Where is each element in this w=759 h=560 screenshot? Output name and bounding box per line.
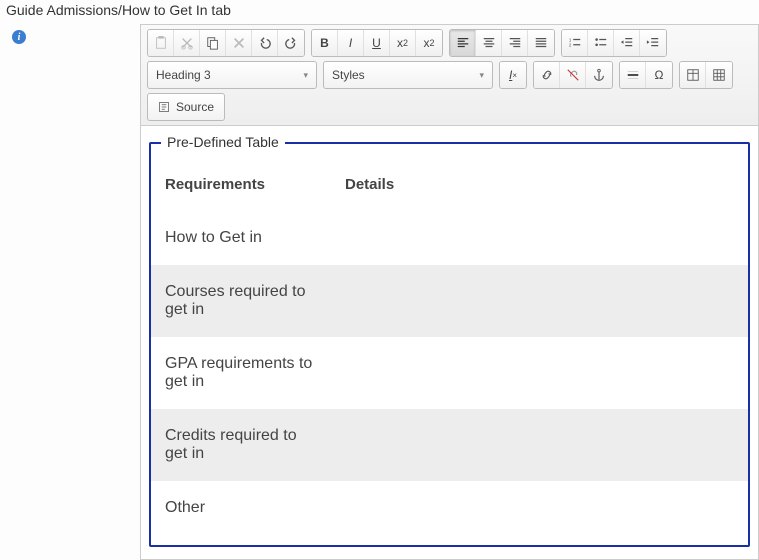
cell-det — [331, 481, 748, 535]
cell-req: GPA requirements to get in — [151, 337, 331, 409]
editor: B I U x2 x2 — [140, 24, 759, 560]
undo-icon[interactable] — [252, 30, 278, 56]
table-row[interactable]: Credits required to get in — [151, 409, 748, 481]
cell-req: Credits required to get in — [151, 409, 331, 481]
table-row[interactable]: Other — [151, 481, 748, 535]
bullet-list-icon[interactable] — [588, 30, 614, 56]
align-left-icon[interactable] — [450, 30, 476, 56]
cut-icon[interactable] — [174, 30, 200, 56]
special-char-icon[interactable]: Ω — [646, 62, 672, 88]
cell-req: Other — [151, 481, 331, 535]
redo-icon[interactable] — [278, 30, 304, 56]
requirements-table: Requirements Details How to Get in Cours… — [151, 154, 748, 535]
superscript-icon[interactable]: x2 — [390, 30, 416, 56]
col-header-requirements: Requirements — [151, 154, 331, 211]
table-row[interactable]: How to Get in — [151, 211, 748, 265]
col-header-details: Details — [331, 154, 748, 211]
predefined-table-fieldset: Pre-Defined Table Requirements Details H… — [149, 142, 750, 547]
cell-req: How to Get in — [151, 211, 331, 265]
table-row[interactable]: GPA requirements to get in — [151, 337, 748, 409]
content-area[interactable]: Pre-Defined Table Requirements Details H… — [141, 126, 758, 559]
chevron-down-icon: ▾ — [303, 70, 308, 81]
table-icon[interactable] — [706, 62, 732, 88]
cell-det — [331, 265, 748, 337]
page-title: Guide Admissions/How to Get In tab — [0, 0, 759, 24]
left-gutter: i — [0, 24, 140, 560]
copy-icon[interactable] — [200, 30, 226, 56]
italic-icon[interactable]: I — [338, 30, 364, 56]
hr-icon[interactable] — [620, 62, 646, 88]
bold-icon[interactable]: B — [312, 30, 338, 56]
indent-icon[interactable] — [640, 30, 666, 56]
cell-det — [331, 409, 748, 481]
styles-select-value: Styles — [332, 68, 365, 82]
table-row[interactable]: Courses required to get in — [151, 265, 748, 337]
align-center-icon[interactable] — [476, 30, 502, 56]
remove-format-icon[interactable]: I× — [500, 62, 526, 88]
fieldset-legend: Pre-Defined Table — [161, 134, 285, 150]
format-select-value: Heading 3 — [156, 68, 211, 82]
numbered-list-icon[interactable]: 12 — [562, 30, 588, 56]
align-right-icon[interactable] — [502, 30, 528, 56]
help-icon[interactable]: i — [12, 30, 26, 44]
source-button-label: Source — [176, 100, 214, 114]
svg-text:1: 1 — [568, 37, 571, 42]
source-button[interactable]: Source — [147, 93, 225, 121]
cell-req: Courses required to get in — [151, 265, 331, 337]
predefined-table-icon[interactable] — [680, 62, 706, 88]
outdent-icon[interactable] — [614, 30, 640, 56]
styles-select[interactable]: Styles ▾ — [323, 61, 493, 89]
cell-det — [331, 211, 748, 265]
anchor-icon[interactable] — [586, 62, 612, 88]
paste-icon[interactable] — [148, 30, 174, 56]
link-icon[interactable] — [534, 62, 560, 88]
svg-text:2: 2 — [568, 43, 571, 48]
clear-format-icon[interactable] — [226, 30, 252, 56]
cell-det — [331, 337, 748, 409]
toolbar: B I U x2 x2 — [141, 25, 758, 126]
chevron-down-icon: ▾ — [479, 70, 484, 81]
format-select[interactable]: Heading 3 ▾ — [147, 61, 317, 89]
subscript-icon[interactable]: x2 — [416, 30, 442, 56]
underline-icon[interactable]: U — [364, 30, 390, 56]
unlink-icon[interactable] — [560, 62, 586, 88]
align-justify-icon[interactable] — [528, 30, 554, 56]
